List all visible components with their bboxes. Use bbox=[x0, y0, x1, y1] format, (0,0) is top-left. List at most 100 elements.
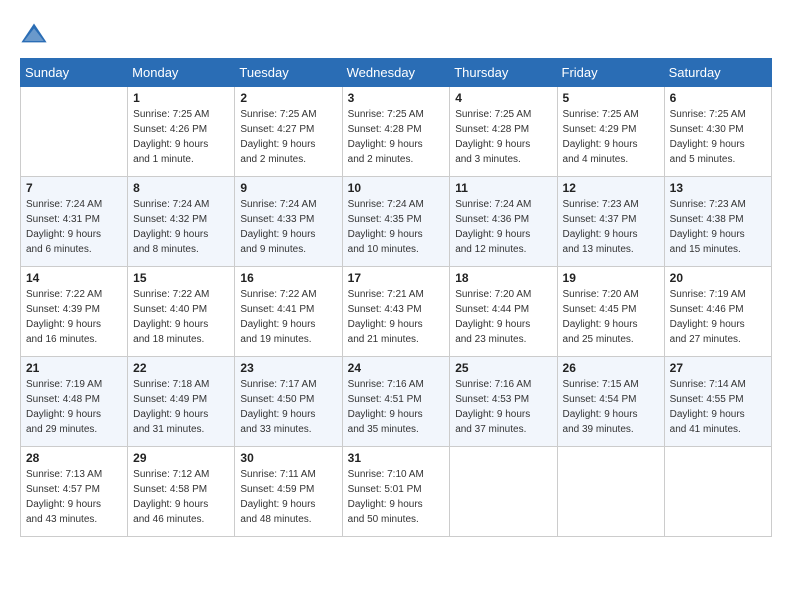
day-number: 9 bbox=[240, 181, 336, 195]
day-info: Sunrise: 7:25 AM Sunset: 4:30 PM Dayligh… bbox=[670, 107, 766, 167]
calendar-cell: 25 Sunrise: 7:16 AM Sunset: 4:53 PM Dayli… bbox=[450, 357, 557, 447]
day-info: Sunrise: 7:25 AM Sunset: 4:28 PM Dayligh… bbox=[348, 107, 445, 167]
day-info: Sunrise: 7:22 AM Sunset: 4:40 PM Dayligh… bbox=[133, 287, 229, 347]
day-of-week-header: Wednesday bbox=[342, 59, 450, 87]
day-info: Sunrise: 7:18 AM Sunset: 4:49 PM Dayligh… bbox=[133, 377, 229, 437]
day-info: Sunrise: 7:20 AM Sunset: 4:44 PM Dayligh… bbox=[455, 287, 551, 347]
day-info: Sunrise: 7:23 AM Sunset: 4:38 PM Dayligh… bbox=[670, 197, 766, 257]
day-number: 15 bbox=[133, 271, 229, 285]
calendar-cell: 22 Sunrise: 7:18 AM Sunset: 4:49 PM Dayli… bbox=[128, 357, 235, 447]
day-info: Sunrise: 7:17 AM Sunset: 4:50 PM Dayligh… bbox=[240, 377, 336, 437]
calendar-header-row: SundayMondayTuesdayWednesdayThursdayFrid… bbox=[21, 59, 772, 87]
day-of-week-header: Monday bbox=[128, 59, 235, 87]
day-info: Sunrise: 7:23 AM Sunset: 4:37 PM Dayligh… bbox=[563, 197, 659, 257]
day-number: 4 bbox=[455, 91, 551, 105]
day-of-week-header: Thursday bbox=[450, 59, 557, 87]
calendar-cell: 15 Sunrise: 7:22 AM Sunset: 4:40 PM Dayli… bbox=[128, 267, 235, 357]
day-number: 26 bbox=[563, 361, 659, 375]
day-info: Sunrise: 7:22 AM Sunset: 4:39 PM Dayligh… bbox=[26, 287, 122, 347]
calendar-cell: 2Sunrise: 7:25 AM Sunset: 4:27 PM Daylig… bbox=[235, 87, 342, 177]
calendar-cell: 11 Sunrise: 7:24 AM Sunset: 4:36 PM Dayli… bbox=[450, 177, 557, 267]
calendar-cell: 5Sunrise: 7:25 AM Sunset: 4:29 PM Daylig… bbox=[557, 87, 664, 177]
calendar-cell: 14Sunrise: 7:22 AM Sunset: 4:39 PM Dayli… bbox=[21, 267, 128, 357]
calendar-cell bbox=[664, 447, 771, 537]
day-info: Sunrise: 7:24 AM Sunset: 4:31 PM Dayligh… bbox=[26, 197, 122, 257]
day-info: Sunrise: 7:15 AM Sunset: 4:54 PM Dayligh… bbox=[563, 377, 659, 437]
day-info: Sunrise: 7:12 AM Sunset: 4:58 PM Dayligh… bbox=[133, 467, 229, 527]
calendar-week-row: 14Sunrise: 7:22 AM Sunset: 4:39 PM Dayli… bbox=[21, 267, 772, 357]
day-info: Sunrise: 7:24 AM Sunset: 4:32 PM Dayligh… bbox=[133, 197, 229, 257]
day-info: Sunrise: 7:22 AM Sunset: 4:41 PM Dayligh… bbox=[240, 287, 336, 347]
calendar-cell: 17Sunrise: 7:21 AM Sunset: 4:43 PM Dayli… bbox=[342, 267, 450, 357]
calendar-cell: 28 Sunrise: 7:13 AM Sunset: 4:57 PM Dayli… bbox=[21, 447, 128, 537]
day-info: Sunrise: 7:25 AM Sunset: 4:26 PM Dayligh… bbox=[133, 107, 229, 167]
calendar-cell: 10Sunrise: 7:24 AM Sunset: 4:35 PM Dayli… bbox=[342, 177, 450, 267]
day-number: 12 bbox=[563, 181, 659, 195]
calendar-cell: 6 Sunrise: 7:25 AM Sunset: 4:30 PM Daylig… bbox=[664, 87, 771, 177]
day-info: Sunrise: 7:16 AM Sunset: 4:53 PM Dayligh… bbox=[455, 377, 551, 437]
day-number: 30 bbox=[240, 451, 336, 465]
calendar-cell: 30 Sunrise: 7:11 AM Sunset: 4:59 PM Dayli… bbox=[235, 447, 342, 537]
calendar-week-row: 21Sunrise: 7:19 AM Sunset: 4:48 PM Dayli… bbox=[21, 357, 772, 447]
day-number: 24 bbox=[348, 361, 445, 375]
day-number: 5 bbox=[563, 91, 659, 105]
day-info: Sunrise: 7:24 AM Sunset: 4:36 PM Dayligh… bbox=[455, 197, 551, 257]
page-header bbox=[20, 20, 772, 48]
logo bbox=[20, 20, 52, 48]
day-info: Sunrise: 7:24 AM Sunset: 4:33 PM Dayligh… bbox=[240, 197, 336, 257]
day-info: Sunrise: 7:14 AM Sunset: 4:55 PM Dayligh… bbox=[670, 377, 766, 437]
calendar-cell: 7 Sunrise: 7:24 AM Sunset: 4:31 PM Daylig… bbox=[21, 177, 128, 267]
calendar-cell: 18Sunrise: 7:20 AM Sunset: 4:44 PM Dayli… bbox=[450, 267, 557, 357]
day-number: 8 bbox=[133, 181, 229, 195]
day-number: 27 bbox=[670, 361, 766, 375]
day-number: 2 bbox=[240, 91, 336, 105]
day-number: 3 bbox=[348, 91, 445, 105]
day-info: Sunrise: 7:11 AM Sunset: 4:59 PM Dayligh… bbox=[240, 467, 336, 527]
day-number: 22 bbox=[133, 361, 229, 375]
calendar-cell: 24 Sunrise: 7:16 AM Sunset: 4:51 PM Dayli… bbox=[342, 357, 450, 447]
day-number: 19 bbox=[563, 271, 659, 285]
calendar-cell: 27 Sunrise: 7:14 AM Sunset: 4:55 PM Dayli… bbox=[664, 357, 771, 447]
calendar-cell bbox=[21, 87, 128, 177]
day-info: Sunrise: 7:10 AM Sunset: 5:01 PM Dayligh… bbox=[348, 467, 445, 527]
day-number: 6 bbox=[670, 91, 766, 105]
day-info: Sunrise: 7:20 AM Sunset: 4:45 PM Dayligh… bbox=[563, 287, 659, 347]
calendar-cell bbox=[450, 447, 557, 537]
day-number: 31 bbox=[348, 451, 445, 465]
day-number: 28 bbox=[26, 451, 122, 465]
day-info: Sunrise: 7:16 AM Sunset: 4:51 PM Dayligh… bbox=[348, 377, 445, 437]
day-number: 17 bbox=[348, 271, 445, 285]
day-info: Sunrise: 7:19 AM Sunset: 4:48 PM Dayligh… bbox=[26, 377, 122, 437]
day-number: 16 bbox=[240, 271, 336, 285]
day-number: 25 bbox=[455, 361, 551, 375]
day-info: Sunrise: 7:19 AM Sunset: 4:46 PM Dayligh… bbox=[670, 287, 766, 347]
calendar-cell: 20 Sunrise: 7:19 AM Sunset: 4:46 PM Dayli… bbox=[664, 267, 771, 357]
day-number: 29 bbox=[133, 451, 229, 465]
calendar-cell: 12 Sunrise: 7:23 AM Sunset: 4:37 PM Dayli… bbox=[557, 177, 664, 267]
calendar-cell: 8 Sunrise: 7:24 AM Sunset: 4:32 PM Daylig… bbox=[128, 177, 235, 267]
calendar-week-row: 1 Sunrise: 7:25 AM Sunset: 4:26 PM Daylig… bbox=[21, 87, 772, 177]
day-number: 23 bbox=[240, 361, 336, 375]
calendar-cell: 29 Sunrise: 7:12 AM Sunset: 4:58 PM Dayli… bbox=[128, 447, 235, 537]
calendar-week-row: 7 Sunrise: 7:24 AM Sunset: 4:31 PM Daylig… bbox=[21, 177, 772, 267]
calendar-cell: 21Sunrise: 7:19 AM Sunset: 4:48 PM Dayli… bbox=[21, 357, 128, 447]
calendar-cell: 4 Sunrise: 7:25 AM Sunset: 4:28 PM Daylig… bbox=[450, 87, 557, 177]
calendar-cell bbox=[557, 447, 664, 537]
calendar-cell: 23 Sunrise: 7:17 AM Sunset: 4:50 PM Dayli… bbox=[235, 357, 342, 447]
day-number: 1 bbox=[133, 91, 229, 105]
day-number: 20 bbox=[670, 271, 766, 285]
day-number: 11 bbox=[455, 181, 551, 195]
day-info: Sunrise: 7:25 AM Sunset: 4:28 PM Dayligh… bbox=[455, 107, 551, 167]
day-of-week-header: Tuesday bbox=[235, 59, 342, 87]
day-info: Sunrise: 7:13 AM Sunset: 4:57 PM Dayligh… bbox=[26, 467, 122, 527]
day-info: Sunrise: 7:24 AM Sunset: 4:35 PM Dayligh… bbox=[348, 197, 445, 257]
calendar-cell: 26 Sunrise: 7:15 AM Sunset: 4:54 PM Dayli… bbox=[557, 357, 664, 447]
calendar-table: SundayMondayTuesdayWednesdayThursdayFrid… bbox=[20, 58, 772, 537]
calendar-cell: 16 Sunrise: 7:22 AM Sunset: 4:41 PM Dayli… bbox=[235, 267, 342, 357]
logo-icon bbox=[20, 20, 48, 48]
day-number: 7 bbox=[26, 181, 122, 195]
calendar-cell: 3 Sunrise: 7:25 AM Sunset: 4:28 PM Daylig… bbox=[342, 87, 450, 177]
day-of-week-header: Friday bbox=[557, 59, 664, 87]
calendar-cell: 19 Sunrise: 7:20 AM Sunset: 4:45 PM Dayli… bbox=[557, 267, 664, 357]
calendar-week-row: 28 Sunrise: 7:13 AM Sunset: 4:57 PM Dayli… bbox=[21, 447, 772, 537]
